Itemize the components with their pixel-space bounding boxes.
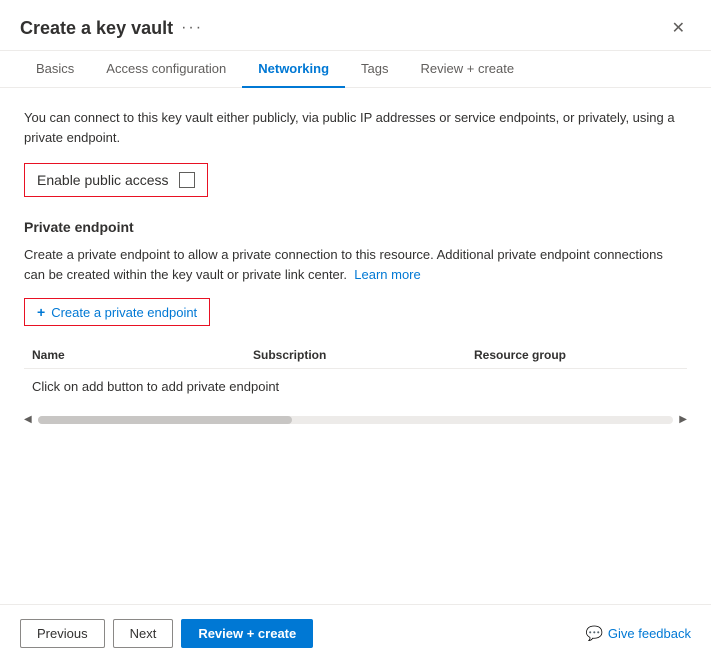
enable-public-access-checkbox[interactable] [179,172,195,188]
col-header-subscription: Subscription [245,348,466,362]
table-empty-message: Click on add button to add private endpo… [24,369,687,404]
review-create-button[interactable]: Review + create [181,619,313,648]
scroll-thumb [38,416,292,424]
feedback-label: Give feedback [608,626,691,641]
tab-access-configuration[interactable]: Access configuration [90,51,242,88]
create-endpoint-label: Create a private endpoint [51,305,197,320]
private-endpoint-section: Private endpoint Create a private endpoi… [24,219,687,425]
private-endpoint-description: Create a private endpoint to allow a pri… [24,245,687,284]
tab-bar: Basics Access configuration Networking T… [0,51,711,88]
plus-icon: + [37,304,45,320]
give-feedback-button[interactable]: 💬 Give feedback [585,625,691,642]
close-button[interactable]: ✕ [666,16,691,40]
private-endpoints-table: Name Subscription Resource group Click o… [24,342,687,404]
scroll-left-arrow[interactable]: ◀ [24,414,32,425]
dialog-footer: Previous Next Review + create 💬 Give fee… [0,604,711,662]
create-private-endpoint-button[interactable]: + Create a private endpoint [24,298,210,326]
footer-left-buttons: Previous Next Review + create [20,619,313,648]
private-endpoint-title: Private endpoint [24,219,687,235]
feedback-icon: 💬 [585,625,602,642]
more-options-icon[interactable]: ··· [181,19,203,37]
learn-more-link[interactable]: Learn more [354,267,420,282]
dialog-body: You can connect to this key vault either… [0,88,711,604]
tab-networking[interactable]: Networking [242,51,345,88]
horizontal-scrollbar[interactable]: ◀ ▶ [24,414,687,425]
scroll-track[interactable] [38,416,674,424]
tab-basics[interactable]: Basics [20,51,90,88]
col-header-resource-group: Resource group [466,348,687,362]
previous-button[interactable]: Previous [20,619,105,648]
col-header-name: Name [24,348,245,362]
dialog-title-row: Create a key vault ··· [20,18,203,39]
next-button[interactable]: Next [113,619,174,648]
private-endpoint-desc-text: Create a private endpoint to allow a pri… [24,247,663,282]
scroll-right-arrow[interactable]: ▶ [679,414,687,425]
enable-public-access-container: Enable public access [24,163,208,197]
dialog-header: Create a key vault ··· ✕ [0,0,711,51]
tab-review-create[interactable]: Review + create [405,51,531,88]
tab-tags[interactable]: Tags [345,51,404,88]
enable-public-access-label: Enable public access [37,172,169,188]
create-key-vault-dialog: Create a key vault ··· ✕ Basics Access c… [0,0,711,662]
dialog-title: Create a key vault [20,18,173,39]
table-header-row: Name Subscription Resource group [24,342,687,369]
info-text: You can connect to this key vault either… [24,108,687,147]
